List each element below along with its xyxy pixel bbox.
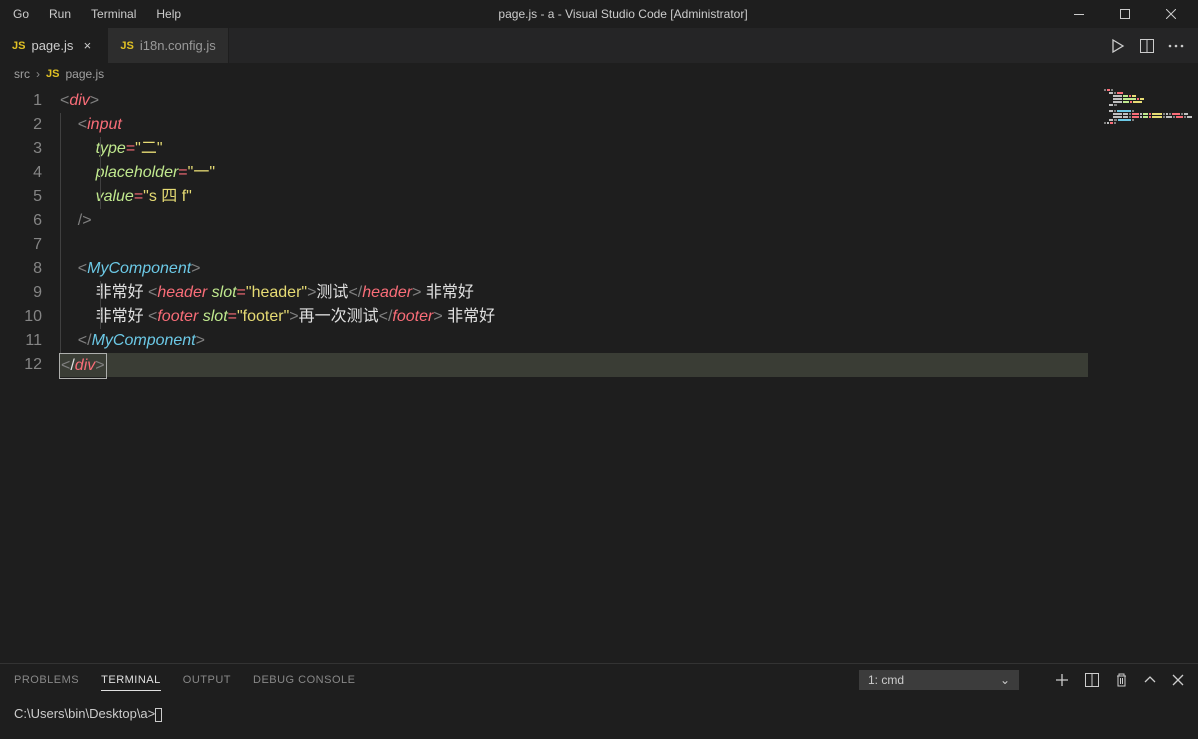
chevron-up-icon[interactable] bbox=[1144, 676, 1156, 684]
menu-terminal[interactable]: Terminal bbox=[82, 3, 145, 25]
tab-page-js[interactable]: JS page.js × bbox=[0, 28, 108, 63]
new-terminal-icon[interactable] bbox=[1055, 673, 1069, 687]
close-panel-icon[interactable] bbox=[1172, 674, 1184, 686]
editor-actions bbox=[1096, 28, 1198, 63]
close-button[interactable] bbox=[1148, 0, 1194, 28]
terminal-prompt: C:\Users\bin\Desktop\a> bbox=[14, 706, 155, 721]
maximize-button[interactable] bbox=[1102, 0, 1148, 28]
chevron-down-icon: ⌄ bbox=[1000, 673, 1010, 687]
menubar: Go Run Terminal Help page.js - a - Visua… bbox=[0, 0, 1198, 28]
terminal-select[interactable]: 1: cmd ⌄ bbox=[859, 670, 1019, 690]
breadcrumb-folder: src bbox=[14, 67, 30, 81]
terminal-select-label: 1: cmd bbox=[868, 673, 904, 687]
tab-i18n-config-js[interactable]: JS i18n.config.js bbox=[108, 28, 228, 63]
menu-go[interactable]: Go bbox=[4, 3, 38, 25]
run-icon[interactable] bbox=[1110, 38, 1126, 54]
menu-items: Go Run Terminal Help bbox=[4, 3, 190, 25]
breadcrumb-file: page.js bbox=[65, 67, 104, 81]
more-icon[interactable] bbox=[1168, 44, 1184, 48]
tab-bar: JS page.js × JS i18n.config.js bbox=[0, 28, 1198, 63]
js-icon: JS bbox=[46, 68, 59, 80]
tab-label: i18n.config.js bbox=[140, 38, 216, 53]
line-numbers: 123456789101112 bbox=[0, 85, 60, 663]
panel-tab-output[interactable]: OUTPUT bbox=[183, 674, 231, 686]
panel-tabs: PROBLEMS TERMINAL OUTPUT DEBUG CONSOLE 1… bbox=[0, 664, 1198, 696]
menu-help[interactable]: Help bbox=[147, 3, 190, 25]
split-editor-icon[interactable] bbox=[1140, 39, 1154, 53]
code-area[interactable]: <div> <input type="二" placeholder="一" va… bbox=[60, 85, 1088, 663]
bottom-panel: PROBLEMS TERMINAL OUTPUT DEBUG CONSOLE 1… bbox=[0, 663, 1198, 739]
terminal-body[interactable]: C:\Users\bin\Desktop\a> bbox=[0, 696, 1198, 739]
breadcrumb[interactable]: src › JS page.js bbox=[0, 63, 1198, 85]
trash-icon[interactable] bbox=[1115, 673, 1128, 687]
panel-tab-terminal[interactable]: TERMINAL bbox=[101, 674, 161, 691]
panel-tab-problems[interactable]: PROBLEMS bbox=[14, 674, 79, 686]
terminal-cursor bbox=[155, 708, 162, 722]
minimap[interactable] bbox=[1088, 85, 1198, 663]
menu-run[interactable]: Run bbox=[40, 3, 80, 25]
tab-label: page.js bbox=[31, 38, 73, 53]
panel-tab-debug-console[interactable]: DEBUG CONSOLE bbox=[253, 674, 355, 686]
close-icon[interactable]: × bbox=[79, 38, 95, 54]
minimize-button[interactable] bbox=[1056, 0, 1102, 28]
js-icon: JS bbox=[12, 40, 25, 52]
chevron-right-icon: › bbox=[36, 67, 40, 81]
js-icon: JS bbox=[120, 40, 133, 52]
split-terminal-icon[interactable] bbox=[1085, 673, 1099, 687]
window-controls bbox=[1056, 0, 1194, 28]
editor[interactable]: 123456789101112 <div> <input type="二" pl… bbox=[0, 85, 1198, 663]
window-title: page.js - a - Visual Studio Code [Admini… bbox=[190, 7, 1056, 21]
